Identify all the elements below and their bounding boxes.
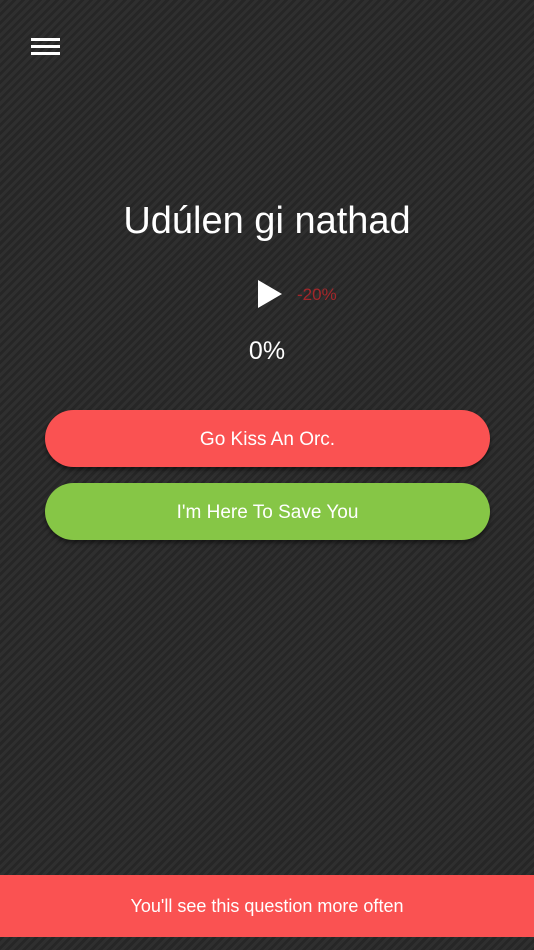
menu-icon-bar bbox=[31, 45, 60, 48]
menu-button[interactable] bbox=[30, 34, 62, 60]
play-icon bbox=[258, 280, 282, 308]
menu-icon-bar bbox=[31, 38, 60, 41]
question-text: Udúlen gi nathad bbox=[123, 200, 411, 242]
play-button[interactable] bbox=[255, 277, 285, 311]
footer-banner: You'll see this question more often bbox=[0, 875, 534, 937]
audio-player: -20% bbox=[0, 275, 534, 315]
menu-icon-bar bbox=[31, 52, 60, 55]
playback-speed-label[interactable]: -20% bbox=[297, 285, 337, 305]
answer-button-im-here-to-save-you[interactable]: I'm Here To Save You bbox=[45, 483, 490, 540]
progress-percentage: 0% bbox=[248, 337, 286, 365]
answer-button-go-kiss-an-orc[interactable]: Go Kiss An Orc. bbox=[45, 410, 490, 467]
